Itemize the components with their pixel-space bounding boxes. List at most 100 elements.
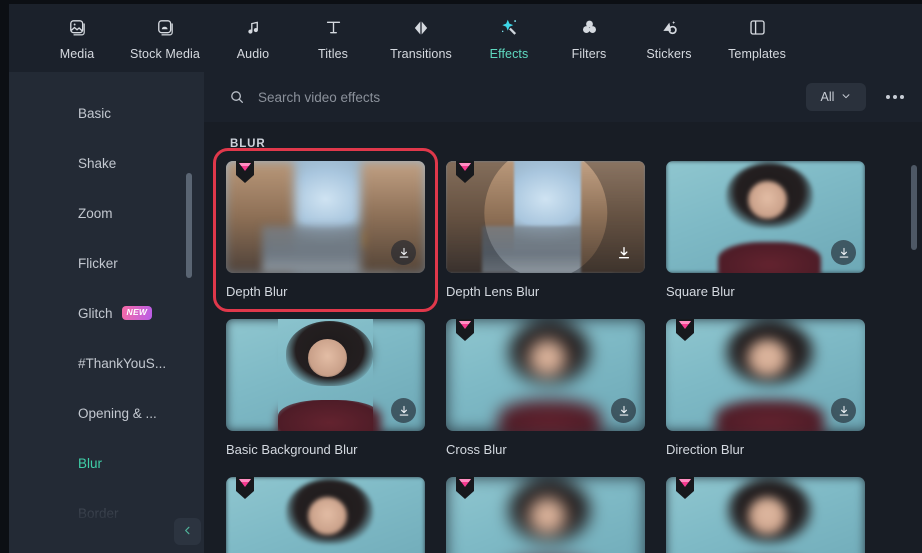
tab-filters[interactable]: Filters: [549, 16, 629, 61]
sidebar-item-opening[interactable]: Opening & ...: [9, 388, 204, 438]
collapse-sidebar-button[interactable]: [174, 518, 201, 545]
sidebar-item-label: Flicker: [78, 255, 118, 271]
effect-name: Depth Blur: [226, 284, 288, 299]
effect-card-square-blur[interactable]: Square Blur: [666, 161, 865, 299]
sidebar-item-flicker[interactable]: Flicker: [9, 238, 204, 288]
stock-media-icon: [156, 16, 175, 40]
tab-effects[interactable]: Effects: [469, 16, 549, 61]
sidebar-item-glitch[interactable]: Glitch NEW: [9, 288, 204, 338]
download-icon[interactable]: [831, 398, 856, 423]
search-input[interactable]: [258, 89, 806, 105]
sidebar-scrollbar[interactable]: [186, 173, 192, 278]
search-icon: [229, 89, 245, 105]
top-toolbar: Media Stock Media Audio Titles Transitio…: [9, 4, 922, 72]
effect-thumbnail: [666, 477, 865, 553]
tab-transitions[interactable]: Transitions: [373, 16, 469, 61]
effect-card-cross-blur[interactable]: Cross Blur: [446, 319, 645, 457]
tab-templates[interactable]: Templates: [709, 16, 805, 61]
effect-name: Direction Blur: [666, 442, 745, 457]
pro-badge-icon: [456, 161, 474, 183]
effect-card-row3-3[interactable]: [666, 477, 865, 553]
dot-icon: [900, 95, 904, 99]
pro-badge-icon: [236, 161, 254, 183]
effect-name: Square Blur: [666, 284, 735, 299]
effect-name: Depth Lens Blur: [446, 284, 540, 299]
sidebar-item-label: Shake: [78, 155, 117, 171]
effect-thumbnail: [446, 319, 645, 431]
dot-icon: [893, 95, 897, 99]
download-icon[interactable]: [391, 398, 416, 423]
tab-label: Stock Media: [130, 46, 200, 61]
titles-icon: [324, 16, 343, 40]
download-icon[interactable]: [611, 240, 636, 265]
tab-titles[interactable]: Titles: [293, 16, 373, 61]
sidebar-item-basic[interactable]: Basic: [9, 88, 204, 138]
tab-label: Stickers: [646, 46, 692, 61]
tab-label: Media: [59, 46, 95, 61]
tab-audio[interactable]: Audio: [213, 16, 293, 61]
tab-label: Effects: [489, 46, 529, 61]
download-icon[interactable]: [611, 398, 636, 423]
audio-icon: [244, 16, 263, 40]
effects-main-panel: All BLUR: [204, 72, 922, 553]
effect-thumbnail: [446, 161, 645, 273]
dot-icon: [886, 95, 890, 99]
pro-badge-icon: [456, 477, 474, 499]
effect-thumbnail: [666, 161, 865, 273]
effect-card-basic-background-blur[interactable]: Basic Background Blur: [226, 319, 425, 457]
tab-media[interactable]: Media: [37, 16, 117, 61]
download-icon[interactable]: [831, 240, 856, 265]
pro-badge-icon: [236, 477, 254, 499]
effects-grid: Depth Blur Depth Lens Blur Square Blur B…: [213, 148, 922, 553]
filter-value: All: [820, 90, 835, 104]
effects-grid-container: BLUR Depth Blur Depth Lens Blur Square B…: [204, 122, 922, 553]
filters-icon: [580, 16, 599, 40]
transitions-icon: [411, 16, 431, 40]
chevron-down-icon: [841, 90, 851, 104]
sidebar-item-label: Border: [78, 505, 119, 521]
thumbnail-art: [666, 477, 865, 553]
tab-stickers[interactable]: Stickers: [629, 16, 709, 61]
tab-label: Templates: [728, 46, 786, 61]
effect-card-row3-2[interactable]: [446, 477, 645, 553]
sidebar-item-blur[interactable]: Blur: [9, 438, 204, 488]
effect-name: Basic Background Blur: [226, 442, 358, 457]
category-sidebar: Basic Shake Zoom Flicker Glitch NEW #Tha…: [9, 72, 204, 553]
download-icon[interactable]: [391, 240, 416, 265]
effects-browser-window: Media Stock Media Audio Titles Transitio…: [0, 0, 922, 553]
pro-badge-icon: [676, 477, 694, 499]
filter-dropdown[interactable]: All: [806, 83, 866, 111]
templates-icon: [748, 16, 767, 40]
media-icon: [68, 16, 87, 40]
effect-card-direction-blur[interactable]: Direction Blur: [666, 319, 865, 457]
effect-thumbnail: [226, 319, 425, 431]
effect-card-depth-blur[interactable]: Depth Blur: [213, 148, 438, 312]
effect-thumbnail: [226, 477, 425, 553]
effect-card-row3-1[interactable]: [226, 477, 425, 553]
tab-label: Titles: [317, 46, 348, 61]
tab-label: Filters: [571, 46, 607, 61]
new-badge: NEW: [121, 306, 153, 320]
chevron-left-icon: [182, 523, 193, 541]
effect-card-depth-lens-blur[interactable]: Depth Lens Blur: [446, 161, 645, 299]
sidebar-item-label: Blur: [78, 455, 103, 471]
tab-stock-media[interactable]: Stock Media: [117, 16, 213, 61]
sidebar-item-shake[interactable]: Shake: [9, 138, 204, 188]
sidebar-item-label: Basic: [78, 105, 112, 121]
sidebar-item-label: Opening & ...: [78, 405, 157, 421]
effects-scrollbar[interactable]: [911, 165, 917, 250]
tab-label: Audio: [236, 46, 270, 61]
sidebar-item-thankyou[interactable]: #ThankYouS...: [9, 338, 204, 388]
effect-thumbnail: [226, 161, 425, 273]
pro-badge-icon: [456, 319, 474, 341]
effect-thumbnail: [446, 477, 645, 553]
search-bar: All: [204, 72, 922, 122]
section-title: BLUR: [230, 138, 266, 150]
thumbnail-art: [446, 477, 645, 553]
effect-thumbnail: [666, 319, 865, 431]
more-options-button[interactable]: [880, 83, 910, 111]
tab-label: Transitions: [390, 46, 452, 61]
stickers-icon: [659, 16, 679, 40]
sidebar-item-zoom[interactable]: Zoom: [9, 188, 204, 238]
lens-overlay: [484, 161, 607, 273]
